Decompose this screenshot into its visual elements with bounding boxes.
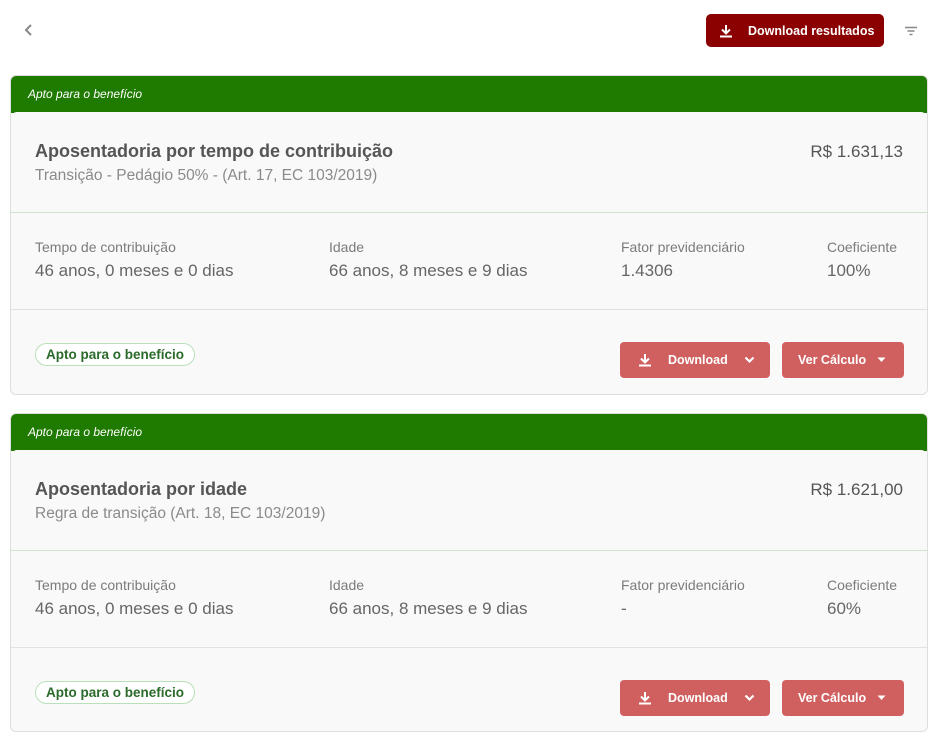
card-summary: Aposentadoria por tempo de contribuição …: [11, 112, 927, 213]
filter-icon: [905, 26, 917, 36]
chevron-down-icon: [744, 694, 754, 702]
view-calculation-button[interactable]: Ver Cálculo: [782, 342, 904, 378]
stat-label: Coeficiente: [827, 239, 898, 255]
benefit-title: Aposentadoria por tempo de contribuição: [35, 141, 394, 161]
stat-coefficient: Coeficiente 100%: [827, 239, 897, 281]
stat-value: 46 anos, 0 meses e 0 dias: [35, 599, 234, 618]
chevron-down-icon: [744, 356, 754, 364]
view-calculation-label: Ver Cálculo: [798, 691, 867, 705]
stat-social-security-factor: Fator previdenciário -: [621, 577, 745, 619]
stat-label: Fator previdenciário: [621, 577, 745, 593]
stat-value: -: [621, 599, 627, 618]
card-actions: Apto para o benefício Download Ver Cálcu…: [11, 310, 927, 394]
stat-age: Idade 66 anos, 8 meses e 9 dias: [329, 239, 527, 281]
stat-label: Tempo de contribuição: [35, 239, 176, 255]
stat-value: 60%: [827, 599, 862, 618]
download-button[interactable]: Download: [620, 342, 770, 378]
stat-value: 46 anos, 0 meses e 0 dias: [35, 261, 234, 280]
stat-label: Idade: [329, 239, 365, 255]
filter-button[interactable]: [900, 20, 922, 42]
download-icon: [639, 354, 651, 367]
view-calculation-button[interactable]: Ver Cálculo: [782, 680, 904, 716]
download-icon: [720, 24, 732, 37]
stat-label: Idade: [329, 577, 365, 593]
status-badge: Apto para o benefício: [35, 343, 196, 366]
benefit-card: Apto para o benefício Aposentadoria por …: [10, 75, 928, 395]
card-summary: Aposentadoria por idade Regra de transiç…: [11, 450, 927, 551]
benefit-title: Aposentadoria por idade: [35, 479, 248, 499]
caret-down-icon: [877, 695, 886, 700]
benefit-rule: Transição - Pedágio 50% - (Art. 17, EC 1…: [35, 167, 378, 184]
download-results-button[interactable]: Download resultados: [706, 14, 884, 47]
stat-social-security-factor: Fator previdenciário 1.4306: [621, 239, 745, 281]
card-actions: Apto para o benefício Download Ver Cálcu…: [11, 648, 927, 731]
stat-label: Fator previdenciário: [621, 239, 745, 255]
card-stats: Tempo de contribuição 46 anos, 0 meses e…: [11, 213, 927, 310]
benefit-card: Apto para o benefício Aposentadoria por …: [10, 413, 928, 732]
card-status-header: Apto para o benefício: [11, 414, 927, 451]
download-icon: [639, 692, 651, 705]
download-button[interactable]: Download: [620, 680, 770, 716]
stat-age: Idade 66 anos, 8 meses e 9 dias: [329, 577, 527, 619]
stat-value: 66 anos, 8 meses e 9 dias: [329, 599, 528, 618]
stat-value: 100%: [827, 261, 871, 280]
stat-value: 66 anos, 8 meses e 9 dias: [329, 261, 528, 280]
benefit-value: R$ 1.621,00: [810, 480, 903, 499]
top-toolbar: Download resultados: [0, 0, 939, 62]
stat-label: Tempo de contribuição: [35, 577, 176, 593]
download-results-label: Download resultados: [748, 23, 875, 38]
download-label: Download: [668, 353, 728, 367]
chevron-left-icon: [24, 24, 32, 36]
benefit-value: R$ 1.631,13: [810, 142, 903, 161]
caret-down-icon: [877, 357, 886, 362]
card-status-header: Apto para o benefício: [11, 76, 927, 113]
stat-contribution-time: Tempo de contribuição 46 anos, 0 meses e…: [35, 577, 233, 619]
benefit-rule: Regra de transição (Art. 18, EC 103/2019…: [35, 505, 326, 522]
stat-value: 1.4306: [621, 261, 673, 280]
stat-label: Coeficiente: [827, 577, 898, 593]
view-calculation-label: Ver Cálculo: [798, 353, 867, 367]
download-label: Download: [668, 691, 728, 705]
back-button[interactable]: [18, 19, 40, 41]
card-stats: Tempo de contribuição 46 anos, 0 meses e…: [11, 551, 927, 648]
stat-contribution-time: Tempo de contribuição 46 anos, 0 meses e…: [35, 239, 233, 281]
stat-coefficient: Coeficiente 60%: [827, 577, 897, 619]
status-badge: Apto para o benefício: [35, 681, 196, 704]
